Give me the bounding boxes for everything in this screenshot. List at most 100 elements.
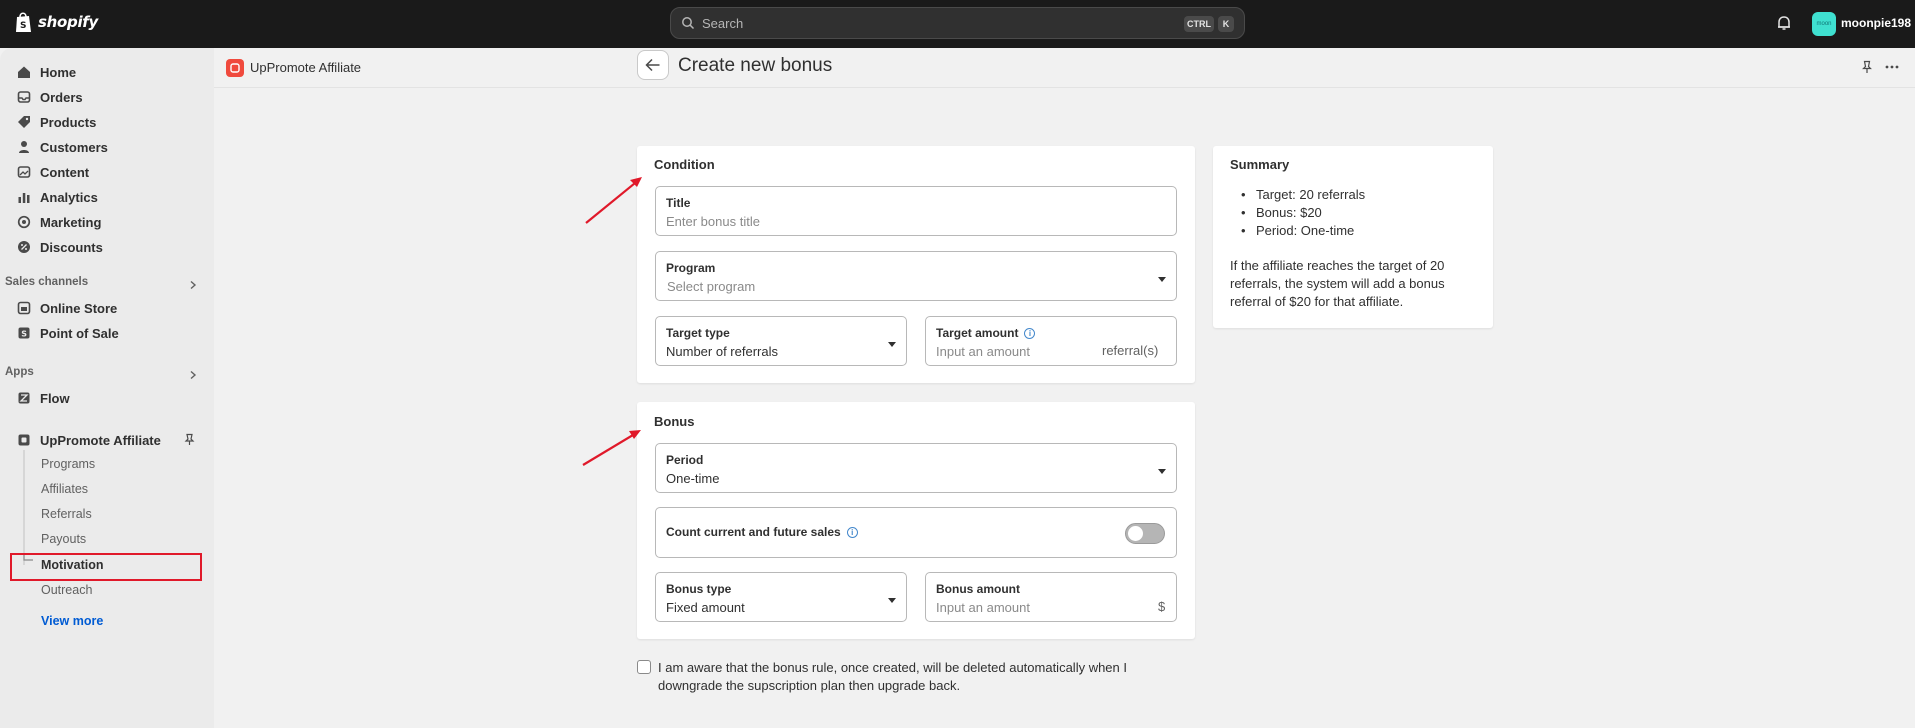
home-icon: [18, 66, 30, 78]
sidebar-item-label: Point of Sale: [40, 325, 119, 341]
page-title: Create new bonus: [678, 55, 833, 76]
target-type-label: Target type: [666, 326, 730, 340]
sidebar-subitem-affiliates[interactable]: Affiliates: [41, 482, 88, 496]
arrow-left-icon: [645, 58, 660, 72]
target-icon: [17, 215, 31, 229]
shopify-bag-icon: S: [16, 12, 31, 32]
sidebar-item-content[interactable]: Content: [17, 162, 89, 182]
bell-icon[interactable]: [1775, 14, 1793, 32]
uppromote-logo-icon: [226, 59, 244, 77]
title-field[interactable]: Title Enter bonus title: [655, 186, 1177, 236]
sidebar-item-analytics[interactable]: Analytics: [17, 187, 98, 207]
chevron-right-icon[interactable]: [188, 280, 198, 290]
bonus-amount-label: Bonus amount: [936, 582, 1020, 596]
back-button[interactable]: [637, 50, 669, 80]
sidebar-item-label: Home: [40, 64, 77, 80]
bonus-type-select[interactable]: Bonus type Fixed amount: [655, 572, 907, 622]
period-label: Period: [666, 453, 704, 467]
sidebar-item-label: Analytics: [40, 189, 98, 205]
app-header: UpPromote Affiliate: [214, 48, 1915, 88]
count-sales-label-wrap: Count current and future sales i: [666, 525, 858, 539]
caret-down-icon: [1158, 469, 1166, 474]
agreement-text[interactable]: I am aware that the bonus rule, once cre…: [658, 659, 1178, 695]
summary-description: If the affiliate reaches the target of 2…: [1230, 258, 1445, 309]
app-title: UpPromote Affiliate: [250, 60, 362, 75]
info-icon[interactable]: i: [846, 527, 858, 539]
sidebar-item-marketing[interactable]: Marketing: [17, 212, 101, 232]
summary-list: Target: 20 referrals Bonus: $20 Period: …: [1239, 186, 1365, 240]
title-label: Title: [666, 196, 691, 210]
sidebar-item-discounts[interactable]: Discounts: [17, 237, 103, 257]
pin-icon[interactable]: [183, 433, 196, 446]
search-icon: [682, 17, 695, 30]
annotation-arrow-bonus: [582, 430, 641, 466]
pos-icon: S: [18, 327, 30, 339]
sidebar-item-label: UpPromote Affiliate: [40, 432, 161, 448]
view-more-link[interactable]: View more: [41, 614, 103, 628]
shortcut-ctrl-key: CTRL: [1184, 16, 1214, 32]
agreement-checkbox[interactable]: [637, 660, 651, 674]
program-select[interactable]: Program Select program: [655, 251, 1177, 301]
target-amount-suffix: referral(s): [1102, 343, 1159, 358]
info-icon[interactable]: i: [1024, 328, 1036, 340]
bar-chart-icon: [18, 193, 30, 203]
sidebar-item-online-store[interactable]: Online Store: [17, 298, 117, 318]
program-placeholder: Select program: [667, 279, 756, 294]
period-value: One-time: [666, 471, 720, 486]
sidebar-item-uppromote-affiliate[interactable]: UpPromote Affiliate: [17, 430, 161, 450]
person-icon: [19, 141, 29, 153]
sidebar-item-flow[interactable]: Flow: [17, 388, 70, 408]
sidebar-item-label: Discounts: [40, 239, 103, 255]
bonus-type-value: Fixed amount: [666, 600, 745, 615]
inbox-icon: [17, 91, 31, 103]
shopify-logo[interactable]: S shopify: [14, 11, 98, 33]
pin-icon[interactable]: [1860, 60, 1874, 74]
tree-line: [23, 450, 33, 565]
count-sales-toggle[interactable]: [1125, 523, 1165, 544]
svg-text:S: S: [21, 330, 27, 339]
target-amount-field[interactable]: Target amount i Input an amount referral(…: [925, 316, 1177, 366]
sidebar-subitem-payouts[interactable]: Payouts: [41, 532, 86, 546]
sidebar: Home Orders Products Customers Content A…: [0, 48, 214, 728]
sidebar-item-label: Flow: [40, 390, 70, 406]
tag-icon: [18, 116, 30, 128]
condition-heading: Condition: [654, 157, 715, 172]
summary-item: Target: 20 referrals: [1239, 186, 1365, 204]
apps-heading[interactable]: Apps: [5, 366, 34, 378]
sidebar-item-home[interactable]: Home: [17, 62, 76, 82]
sidebar-subitem-outreach[interactable]: Outreach: [41, 583, 92, 597]
sidebar-item-label: Customers: [40, 139, 108, 155]
toggle-knob: [1128, 526, 1143, 541]
target-amount-placeholder: Input an amount: [936, 344, 1030, 359]
count-sales-label: Count current and future sales: [666, 525, 841, 539]
bonus-amount-field[interactable]: Bonus amount Input an amount $: [925, 572, 1177, 622]
sales-channels-heading[interactable]: Sales channels: [5, 276, 88, 288]
highlight-box: [10, 553, 202, 581]
sidebar-subitem-referrals[interactable]: Referrals: [41, 507, 92, 521]
search-input[interactable]: Search CTRL K: [670, 7, 1245, 39]
title-placeholder: Enter bonus title: [666, 214, 760, 229]
target-amount-label-wrap: Target amount i: [936, 326, 1036, 340]
period-select[interactable]: Period One-time: [655, 443, 1177, 493]
sidebar-item-point-of-sale[interactable]: S Point of Sale: [17, 323, 119, 343]
more-horizontal-icon[interactable]: [1884, 60, 1900, 74]
sidebar-item-customers[interactable]: Customers: [17, 137, 108, 157]
sidebar-item-products[interactable]: Products: [17, 112, 96, 132]
program-label: Program: [666, 261, 716, 275]
flow-icon: [18, 392, 30, 404]
sidebar-item-label: Marketing: [40, 214, 102, 230]
svg-text:S: S: [20, 21, 26, 31]
summary-item: Bonus: $20: [1239, 204, 1365, 222]
bonus-heading: Bonus: [654, 414, 695, 429]
target-type-value: Number of referrals: [666, 344, 778, 359]
bonus-amount-placeholder: Input an amount: [936, 600, 1030, 615]
avatar[interactable]: moon: [1812, 12, 1836, 36]
shortcut-k-key: K: [1218, 16, 1234, 32]
target-amount-label: Target amount: [936, 326, 1019, 340]
store-name[interactable]: moonpie198: [1841, 16, 1911, 30]
target-type-select[interactable]: Target type Number of referrals: [655, 316, 907, 366]
search-placeholder: Search: [702, 15, 744, 31]
sidebar-subitem-programs[interactable]: Programs: [41, 457, 95, 471]
chevron-right-icon[interactable]: [188, 370, 198, 380]
sidebar-item-orders[interactable]: Orders: [17, 87, 83, 107]
